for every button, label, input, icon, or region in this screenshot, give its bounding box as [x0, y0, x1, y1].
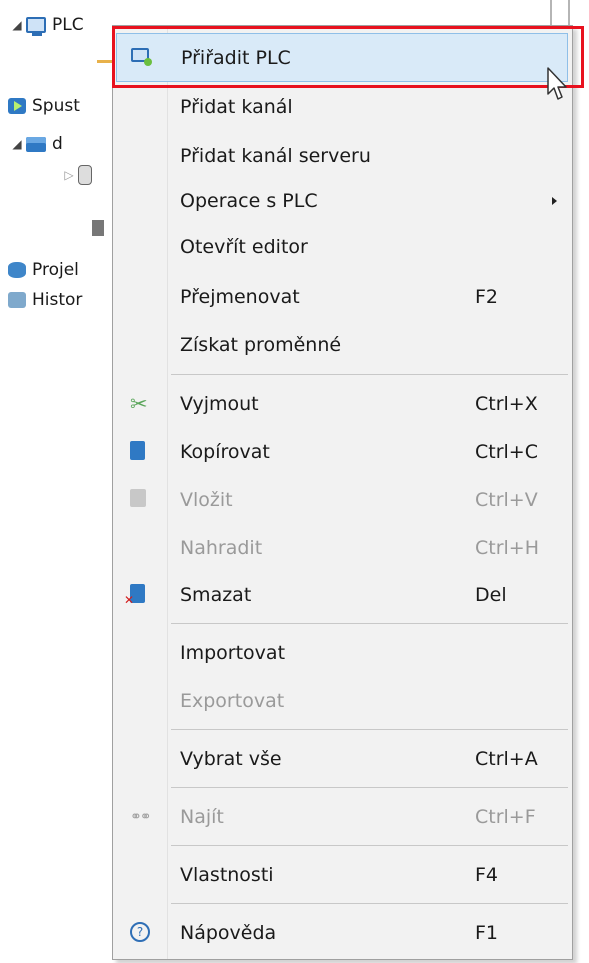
menu-item-label: Najít	[180, 805, 224, 828]
plc-connection-icon	[97, 60, 113, 63]
copy-icon	[130, 441, 145, 460]
menu-item-add-server-channel[interactable]: Přidat kanál serveru	[116, 131, 568, 180]
menu-item-label: Vložit	[180, 488, 233, 511]
tree-node-projekt[interactable]: Projel	[8, 255, 79, 285]
item-icon	[92, 220, 104, 236]
menu-item-shortcut: Del	[475, 583, 507, 606]
menu-item-label: Vybrat vše	[180, 747, 282, 770]
menu-item-assign-plc[interactable]: Přiřadit PLC	[116, 33, 568, 82]
database-icon	[8, 262, 26, 278]
help-icon: ?	[130, 922, 150, 942]
menu-item-select-all[interactable]: Vybrat vše Ctrl+A	[116, 734, 568, 783]
menu-item-label: Operace s PLC	[180, 189, 318, 212]
tree-node-historie[interactable]: Histor	[8, 285, 82, 315]
menu-item-label: Vlastnosti	[180, 863, 274, 886]
menu-item-replace[interactable]: Nahradit Ctrl+H	[116, 523, 568, 572]
menu-item-shortcut: Ctrl+F	[475, 805, 536, 828]
menu-item-label: Přidat kanál serveru	[180, 144, 371, 167]
menu-item-open-editor[interactable]: Otevřít editor	[116, 222, 568, 271]
menu-separator	[171, 903, 568, 904]
menu-item-shortcut: Ctrl+A	[475, 747, 538, 770]
context-menu: Přiřadit PLC Přidat kanál Přidat kanál s…	[112, 25, 573, 960]
menu-item-shortcut: Ctrl+C	[475, 440, 538, 463]
tree-node-label: Spust	[32, 96, 80, 116]
expanded-triangle-icon[interactable]: ◢	[8, 18, 26, 32]
project-tree: ◢ PLC Spust ◢ d ▷ Projel Histor	[0, 0, 130, 963]
menu-item-label: Importovat	[180, 641, 286, 664]
menu-item-label: Smazat	[180, 583, 252, 606]
scissors-icon: ✂	[130, 392, 148, 416]
mouse-pointer-icon	[547, 67, 567, 100]
plc-assign-icon	[131, 48, 152, 66]
submenu-arrow-icon	[552, 197, 557, 205]
tree-node-spustit[interactable]: Spust	[8, 91, 80, 121]
menu-item-rename[interactable]: Přejmenovat F2	[116, 272, 568, 321]
menu-item-paste[interactable]: Vložit Ctrl+V	[116, 475, 568, 524]
binoculars-icon: ⚭⚭	[130, 809, 151, 825]
collapsed-triangle-icon[interactable]: ▷	[60, 168, 78, 182]
menu-item-label: Kopírovat	[180, 440, 270, 463]
menu-item-add-channel[interactable]: Přidat kanál	[116, 82, 568, 131]
menu-item-shortcut: F2	[475, 285, 499, 308]
menu-item-shortcut: Ctrl+V	[475, 488, 538, 511]
menu-separator	[171, 374, 568, 375]
tree-node-plc[interactable]: ◢ PLC	[8, 10, 84, 40]
menu-item-label: Exportovat	[180, 689, 285, 712]
menu-item-label: Nápověda	[180, 921, 277, 944]
menu-item-plc-operations[interactable]: Operace s PLC	[116, 176, 568, 225]
menu-item-shortcut: Ctrl+X	[475, 392, 538, 415]
tree-node-label: d	[52, 134, 63, 154]
menu-item-label: Otevřít editor	[180, 235, 308, 258]
menu-item-delete[interactable]: Smazat Del	[116, 570, 568, 619]
menu-separator	[171, 729, 568, 730]
paste-icon	[130, 489, 146, 507]
tree-node-label: PLC	[52, 15, 84, 35]
menu-item-label: Přejmenovat	[180, 285, 300, 308]
menu-item-help[interactable]: ? Nápověda F1	[116, 908, 568, 957]
menu-item-export[interactable]: Exportovat	[116, 676, 568, 725]
menu-item-cut[interactable]: ✂ Vyjmout Ctrl+X	[116, 379, 568, 428]
menu-item-properties[interactable]: Vlastnosti F4	[116, 850, 568, 899]
menu-separator	[171, 623, 568, 624]
menu-separator	[171, 787, 568, 788]
menu-item-label: Získat proměnné	[180, 333, 342, 356]
launch-icon	[8, 98, 26, 114]
menu-item-label: Přiřadit PLC	[181, 46, 291, 69]
menu-item-shortcut: F4	[475, 863, 499, 886]
item-icon	[78, 165, 92, 185]
menu-item-copy[interactable]: Kopírovat Ctrl+C	[116, 427, 568, 476]
history-icon	[8, 292, 26, 308]
menu-item-find[interactable]: ⚭⚭ Najít Ctrl+F	[116, 792, 568, 841]
tree-node-folder[interactable]: ◢ d	[8, 129, 63, 159]
tree-node-label: Projel	[32, 260, 79, 280]
delete-icon	[124, 584, 145, 607]
menu-separator	[171, 845, 568, 846]
tree-node-child[interactable]	[92, 213, 110, 243]
menu-item-label: Přidat kanál	[180, 95, 293, 118]
menu-item-label: Vyjmout	[180, 392, 259, 415]
expanded-triangle-icon[interactable]: ◢	[8, 137, 26, 151]
tree-node-collapsed[interactable]: ▷	[60, 160, 98, 190]
plc-monitor-icon	[26, 17, 46, 36]
menu-item-import[interactable]: Importovat	[116, 628, 568, 677]
menu-item-label: Nahradit	[180, 536, 263, 559]
folder-icon	[26, 136, 46, 152]
menu-item-shortcut: Ctrl+H	[475, 536, 540, 559]
tree-node-label: Histor	[32, 290, 83, 310]
menu-item-get-variables[interactable]: Získat proměnné	[116, 320, 568, 369]
menu-item-shortcut: F1	[475, 921, 499, 944]
